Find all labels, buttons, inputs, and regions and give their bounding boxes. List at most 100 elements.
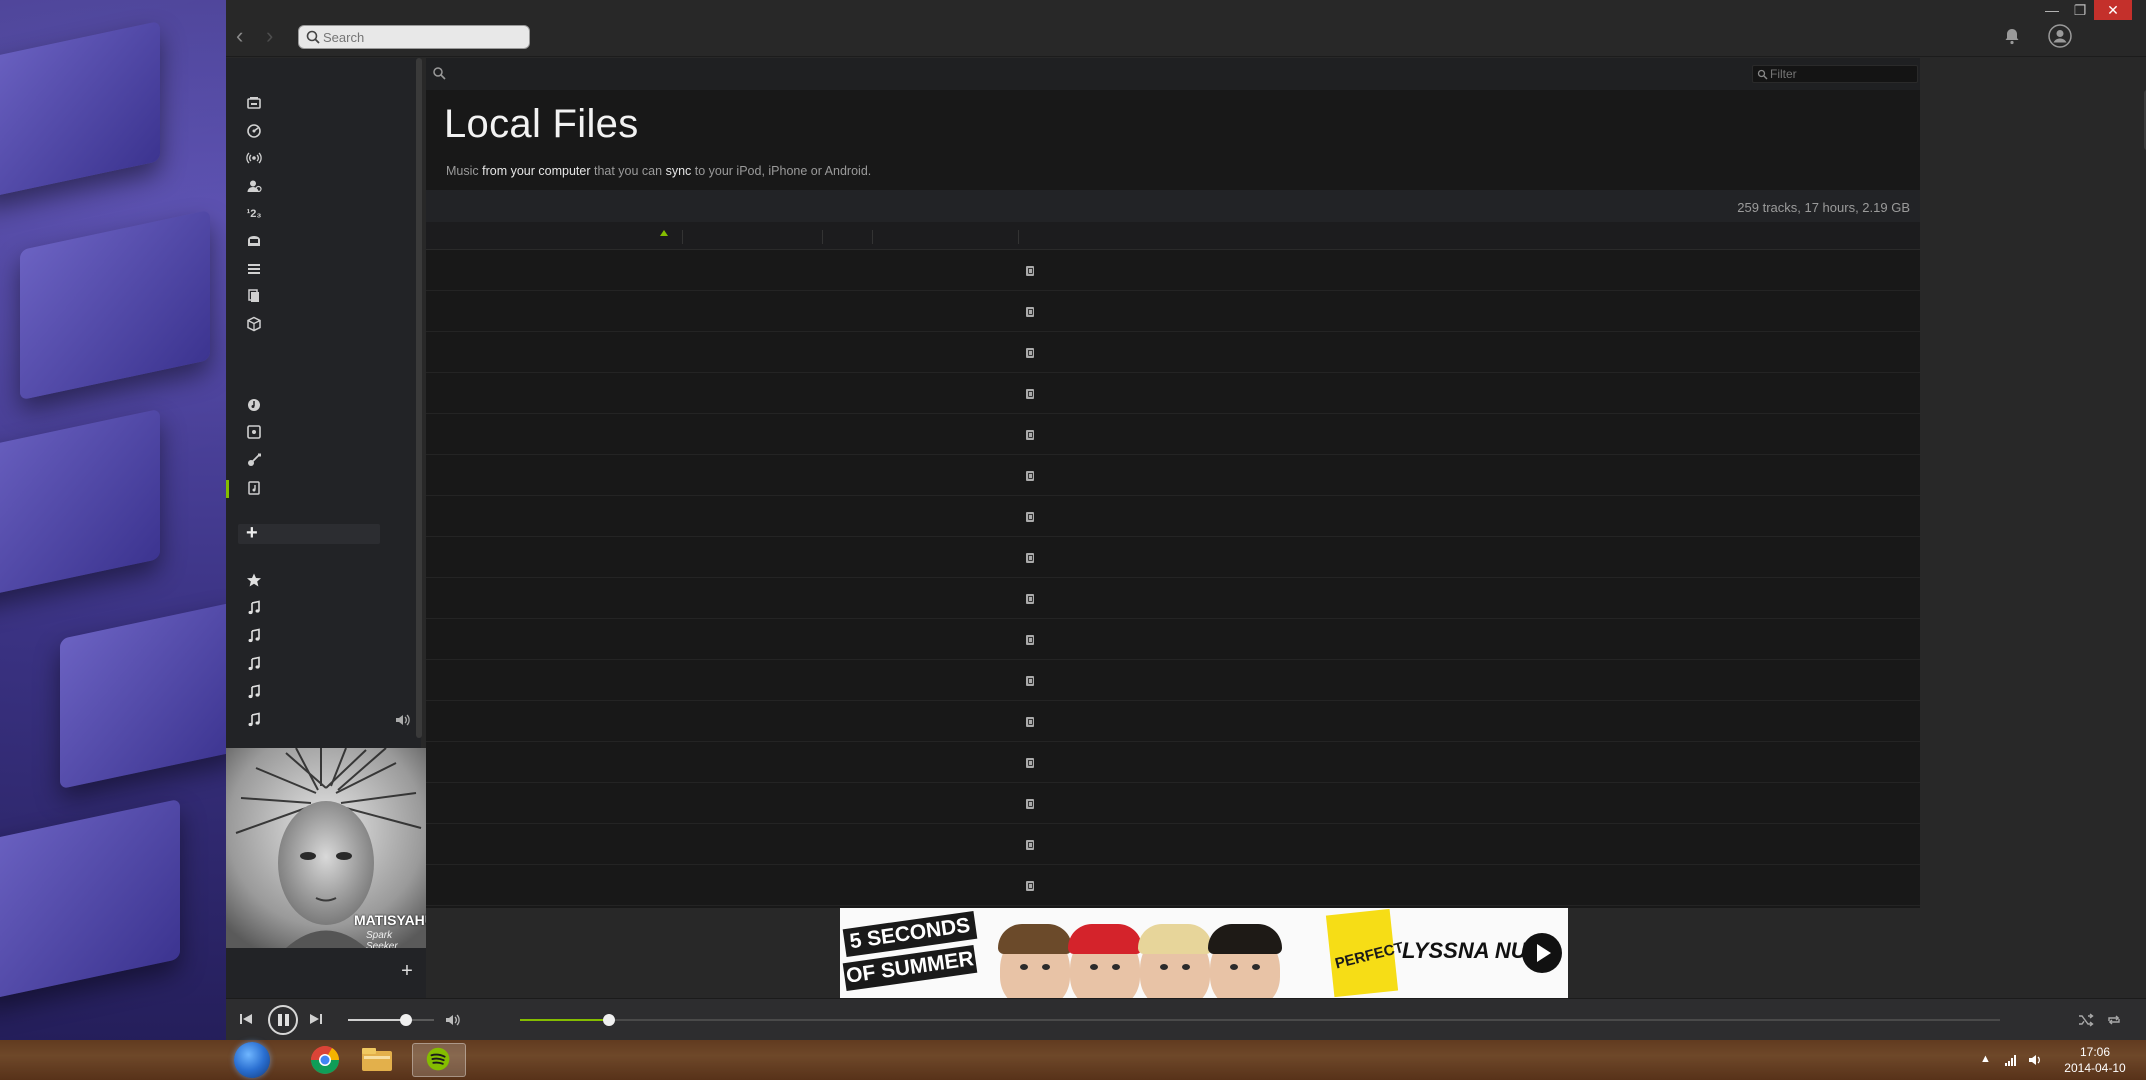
album-cover[interactable]: MATISYAHU Spark Seeker xyxy=(226,748,426,948)
subtitle-emphasis: sync xyxy=(665,164,692,178)
previous-track-button[interactable] xyxy=(238,1011,254,1027)
sidebar-active-indicator xyxy=(226,480,229,498)
filter-input[interactable] xyxy=(1770,67,1910,81)
playlist-note-icon[interactable] xyxy=(244,654,264,674)
forward-button[interactable]: › xyxy=(266,24,286,48)
filter-box[interactable] xyxy=(1752,65,1918,83)
messages-icon[interactable] xyxy=(244,231,264,251)
progress-knob[interactable] xyxy=(602,1014,615,1026)
local-file-icon xyxy=(1026,553,1034,563)
guitar-icon[interactable] xyxy=(244,450,264,470)
radar-icon[interactable] xyxy=(244,121,264,141)
volume-slider[interactable] xyxy=(348,1014,434,1026)
playlist-note-icon[interactable] xyxy=(244,626,264,646)
track-row[interactable] xyxy=(426,373,1920,414)
starred-icon[interactable] xyxy=(244,570,264,590)
track-row[interactable] xyxy=(426,824,1920,865)
clock-date: 2014-04-10 xyxy=(2064,1061,2126,1075)
playlist-note-icon[interactable] xyxy=(244,598,264,618)
radio-icon[interactable] xyxy=(244,148,264,168)
subtitle-part: Music xyxy=(446,164,483,178)
ad-face xyxy=(1208,924,1282,998)
track-row[interactable] xyxy=(426,783,1920,824)
track-row[interactable] xyxy=(426,496,1920,537)
add-to-playlist-button[interactable]: + xyxy=(398,961,416,981)
local-file-icon xyxy=(1026,471,1034,481)
sidebar-scrollbar[interactable] xyxy=(416,58,422,738)
track-row[interactable] xyxy=(426,619,1920,660)
ad-play-icon[interactable] xyxy=(1522,933,1562,973)
track-row[interactable] xyxy=(426,865,1920,906)
track-row[interactable] xyxy=(426,701,1920,742)
track-row[interactable] xyxy=(426,291,1920,332)
track-stats: 259 tracks, 17 hours, 2.19 GB xyxy=(1737,200,1910,215)
sort-ascending-icon[interactable] xyxy=(660,230,668,236)
track-row[interactable] xyxy=(426,537,1920,578)
start-button[interactable] xyxy=(234,1042,270,1078)
follow-icon[interactable] xyxy=(244,176,264,196)
volume-knob[interactable] xyxy=(400,1014,413,1026)
next-track-button[interactable] xyxy=(308,1011,324,1027)
new-playlist-button[interactable]: + xyxy=(238,522,380,544)
disc-icon[interactable] xyxy=(244,422,264,442)
restore-button[interactable]: ❐ xyxy=(2066,0,2094,20)
column-divider[interactable] xyxy=(682,230,683,244)
ad-cta-text: LYSSNA NU xyxy=(1402,938,1527,963)
windows-taskbar: ▲ 17:06 2014-04-10 xyxy=(0,1040,2146,1080)
ad-tag-text: PERFECT xyxy=(1333,939,1406,973)
sidebar-bottom xyxy=(226,948,426,998)
back-button[interactable]: ‹ xyxy=(236,24,256,48)
ad-face xyxy=(1138,924,1212,998)
close-button[interactable]: ✕ xyxy=(2094,0,2132,20)
inbox-icon[interactable] xyxy=(244,93,264,113)
top-lists-icon[interactable]: ¹2₃ xyxy=(244,204,264,224)
track-row[interactable] xyxy=(426,414,1920,455)
explorer-taskbar-icon[interactable] xyxy=(350,1043,404,1077)
albums-icon[interactable] xyxy=(244,286,264,306)
track-row[interactable] xyxy=(426,250,1920,291)
ad-area: 5 SECONDS OF SUMMER PERFECT LYSSNA NU xyxy=(426,908,1920,998)
speaker-icon[interactable] xyxy=(2028,1053,2042,1067)
repeat-button[interactable] xyxy=(2106,1012,2122,1028)
shuffle-button[interactable] xyxy=(2078,1012,2094,1028)
track-row[interactable] xyxy=(426,742,1920,783)
column-divider[interactable] xyxy=(1018,230,1019,244)
apps-icon[interactable] xyxy=(244,314,264,334)
playlist-note-icon[interactable] xyxy=(244,682,264,702)
subtitle-part: to your iPod, iPhone or Android. xyxy=(691,164,872,178)
local-files-icon[interactable] xyxy=(244,478,264,498)
show-hidden-icons-icon[interactable]: ▲ xyxy=(1980,1053,1994,1067)
volume-icon[interactable] xyxy=(444,1012,462,1028)
column-divider[interactable] xyxy=(872,230,873,244)
ad-band-name: 5 SECONDS OF SUMMER xyxy=(840,908,978,998)
network-icon[interactable] xyxy=(2004,1053,2018,1067)
local-file-icon xyxy=(1026,635,1034,645)
notifications-bell-icon[interactable] xyxy=(2002,26,2022,46)
local-file-icon xyxy=(1026,758,1034,768)
local-file-icon xyxy=(1026,594,1034,604)
column-divider[interactable] xyxy=(822,230,823,244)
track-row[interactable] xyxy=(426,455,1920,496)
user-profile-icon[interactable] xyxy=(2048,24,2072,48)
spotify-taskbar-icon[interactable] xyxy=(412,1043,466,1077)
track-row[interactable] xyxy=(426,578,1920,619)
progress-fill xyxy=(520,1019,609,1021)
search-box[interactable] xyxy=(298,25,530,49)
progress-bar[interactable] xyxy=(520,1014,2000,1026)
search-icon[interactable] xyxy=(432,66,446,80)
chrome-taskbar-icon[interactable] xyxy=(288,1043,342,1077)
track-row[interactable] xyxy=(426,660,1920,701)
desktop-keyboard-art xyxy=(0,0,226,1040)
track-row[interactable] xyxy=(426,332,1920,373)
local-file-icon xyxy=(1026,840,1034,850)
search-input[interactable] xyxy=(323,28,523,46)
page-title: Local Files xyxy=(444,102,639,146)
music-icon[interactable] xyxy=(244,395,264,415)
desk-key xyxy=(0,798,180,1002)
playlists-icon[interactable] xyxy=(244,259,264,279)
ad-banner[interactable]: 5 SECONDS OF SUMMER PERFECT LYSSNA NU xyxy=(840,908,1568,998)
system-clock[interactable]: 17:06 2014-04-10 xyxy=(2050,1044,2140,1076)
minimize-button[interactable]: — xyxy=(2038,0,2066,20)
playlist-note-icon[interactable] xyxy=(244,710,264,730)
pause-button[interactable] xyxy=(268,1005,298,1035)
